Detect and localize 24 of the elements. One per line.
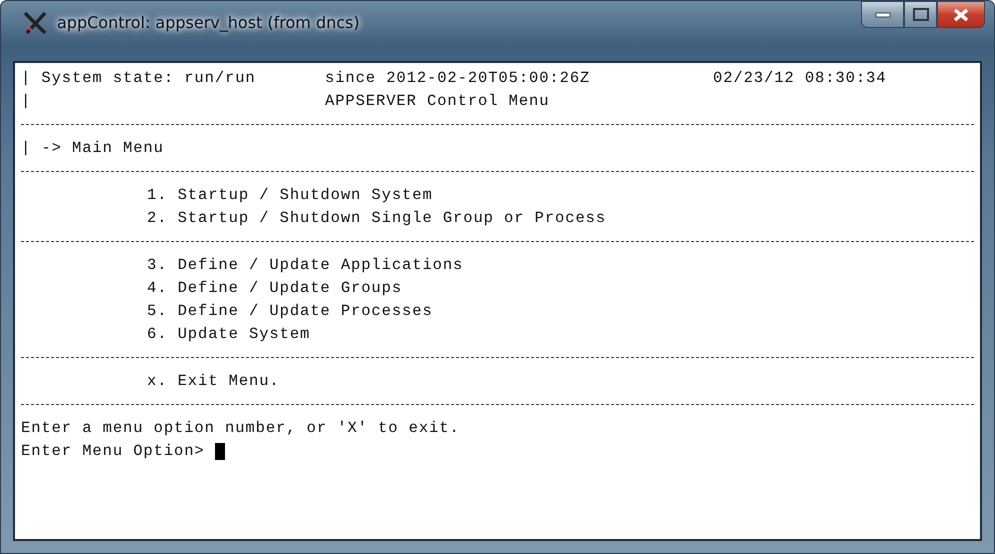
menu-option: 3. Define / Update Applications — [147, 256, 464, 274]
window-title: appControl: appserv_host (from dncs) — [57, 13, 360, 32]
prompt-label: Enter Menu Option> — [21, 441, 205, 462]
menu-option: 6. Update System — [147, 325, 310, 343]
menu-option: x. Exit Menu. — [147, 372, 280, 390]
menu-option: 4. Define / Update Groups — [147, 279, 402, 297]
text-cursor — [214, 443, 225, 460]
menu-title: APPSERVER Control Menu — [325, 91, 550, 112]
menu-option: 2. Startup / Shutdown Single Group or Process — [147, 209, 606, 227]
minimize-icon — [874, 12, 890, 18]
menu-option: 5. Define / Update Processes — [147, 302, 433, 320]
pipe-text: | — [21, 91, 32, 112]
maximize-icon — [912, 8, 928, 21]
close-icon — [953, 8, 969, 22]
system-state: | System state: run/run — [21, 68, 257, 89]
breadcrumb: | -> Main Menu — [21, 139, 164, 157]
minimize-button[interactable] — [861, 1, 904, 28]
close-button[interactable] — [937, 1, 985, 28]
since-timestamp: since 2012-02-20T05:00:26Z — [325, 68, 592, 89]
x-logo-icon — [23, 11, 49, 35]
maximize-button[interactable] — [904, 1, 937, 28]
menu-option: 1. Startup / Shutdown System — [147, 186, 433, 204]
clock: 02/23/12 08:30:34 — [713, 68, 888, 89]
prompt-hint: Enter a menu option number, or 'X' to exit. — [21, 419, 460, 437]
